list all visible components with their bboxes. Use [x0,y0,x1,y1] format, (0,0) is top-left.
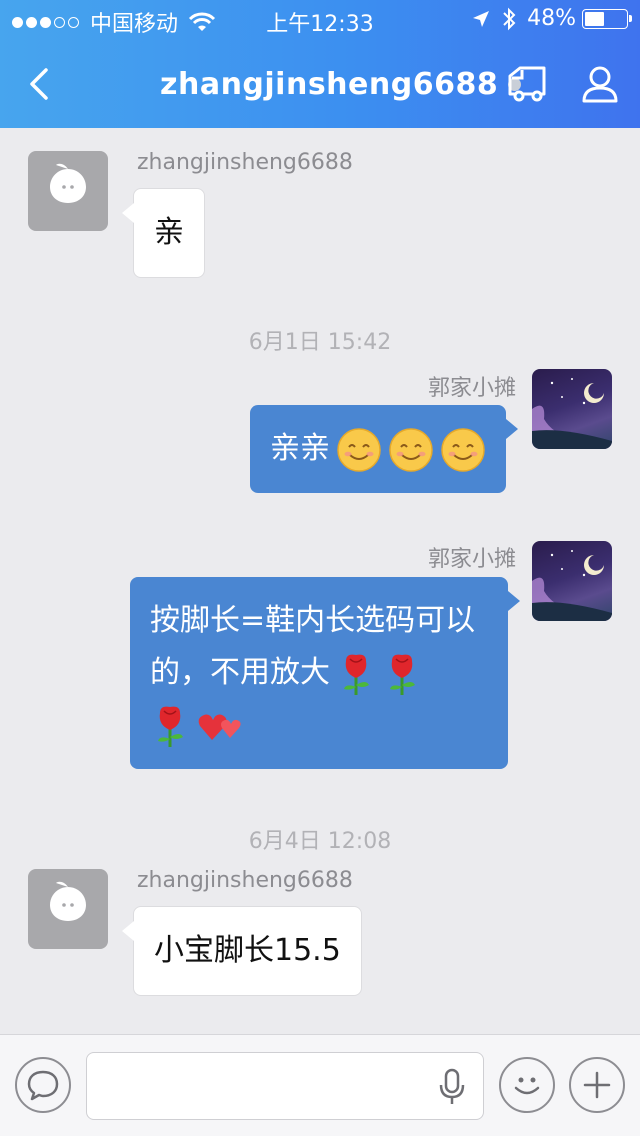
emoji-button[interactable] [499,1057,555,1113]
rose-emoji-icon [390,654,415,695]
sender-name: 郭家小摊 [427,547,516,572]
message-timestamp: 6月4日 12:08 [248,829,392,854]
message-text: 亲 [154,215,184,250]
app-header: 中国移动 上午12:33 48% zhangjinsheng6688 [0,0,640,128]
bubble-tail [506,419,518,439]
message-text: 小宝脚长15.5 [154,933,341,968]
user-icon [582,66,618,103]
smile-emoji-icon [441,427,485,472]
message-text: 亲亲 [270,431,330,466]
bubble-tail [508,591,520,611]
outgoing-message-bubble[interactable]: 按脚长=鞋内长选码可以 的，不用放大 [130,577,520,769]
default-avatar-icon [50,881,86,921]
outgoing-message-bubble[interactable]: 亲亲 [250,405,518,493]
nav-bar: zhangjinsheng6688 [0,40,640,128]
message-text-line: 的，不用放大 [150,655,330,690]
bubble-tail [122,203,134,223]
incoming-message-bubble[interactable]: 亲 [122,188,205,278]
truck-icon [508,66,546,102]
rose-emoji-icon [344,654,369,695]
chat-bubble-icon [27,1070,59,1101]
location-arrow-icon [473,10,490,27]
message-text-line: 按脚长=鞋内长选码可以 [150,603,476,638]
more-options-button[interactable] [569,1057,625,1113]
smile-emoji-icon [337,427,381,472]
logistics-button[interactable] [506,64,550,104]
default-avatar-icon [50,163,86,203]
sender-name: 郭家小摊 [427,376,516,401]
rose-emoji-icon [158,706,183,747]
contact-avatar[interactable] [28,869,108,949]
back-button[interactable] [22,64,58,104]
my-avatar[interactable] [532,541,612,621]
voice-toggle-button[interactable] [15,1057,71,1113]
night-sky-avatar-image [532,550,612,621]
bluetooth-icon [503,7,516,30]
profile-button[interactable] [578,64,622,104]
smiley-icon [514,1077,540,1095]
incoming-message-bubble[interactable]: 小宝脚长15.5 [122,906,362,996]
message-input[interactable] [86,1052,484,1120]
chevron-left-icon [30,68,48,100]
plus-icon [583,1071,611,1099]
sender-name: zhangjinsheng6688 [137,868,353,893]
my-avatar[interactable] [532,369,612,449]
sender-name: zhangjinsheng6688 [137,150,353,175]
bubble-tail [122,921,134,941]
conversation-title: zhangjinsheng6688 [160,64,522,104]
battery-icon [582,8,632,29]
page-title: zhangjinsheng6688 [160,66,499,102]
status-bar: 中国移动 上午12:33 48% [0,0,640,40]
input-bar [0,1034,640,1136]
smile-emoji-icon [389,427,433,472]
microphone-icon[interactable] [437,1067,467,1107]
battery-fill [585,11,605,26]
night-sky-avatar-image [532,378,612,449]
message-timestamp: 6月1日 15:42 [248,330,392,355]
hearts-emoji-icon [198,714,241,740]
battery-percent: 48% [527,6,576,31]
chat-area[interactable]: zhangjinsheng6688 亲 6月1日 15:42 郭家小摊 亲亲 郭… [0,128,640,1034]
contact-avatar[interactable] [28,151,108,231]
